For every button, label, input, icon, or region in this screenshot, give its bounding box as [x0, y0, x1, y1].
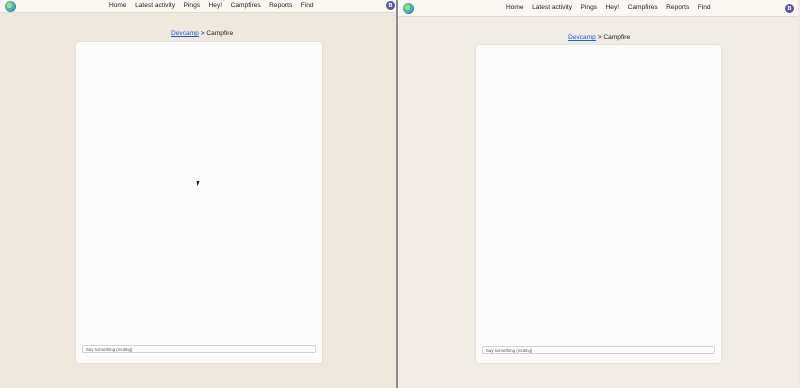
- nav-links: Home Latest activity Pings Hey! Campfire…: [109, 2, 322, 9]
- chat-input[interactable]: Say something (muting): [82, 345, 316, 353]
- breadcrumb-project-link[interactable]: Devcamp: [171, 30, 199, 37]
- nav-reports[interactable]: Reports: [269, 2, 292, 9]
- breadcrumb: Devcamp > Campfire: [171, 30, 233, 37]
- avatar[interactable]: B: [785, 4, 794, 13]
- mouse-pointer-icon: [196, 180, 201, 187]
- screen: Home Latest activity Pings Hey! Campfire…: [0, 0, 800, 388]
- nav-latest-activity[interactable]: Latest activity: [532, 4, 572, 11]
- campfire-chat-panel: Say something (muting): [76, 42, 322, 363]
- nav-home[interactable]: Home: [506, 4, 524, 11]
- nav-pings[interactable]: Pings: [184, 2, 201, 9]
- basecamp-logo-icon[interactable]: [5, 1, 16, 12]
- breadcrumb: Devcamp > Campfire: [568, 34, 630, 41]
- nav-hey[interactable]: Hey!: [606, 4, 620, 11]
- nav-find[interactable]: Find: [698, 4, 711, 11]
- breadcrumb-current: Campfire: [206, 30, 234, 37]
- nav-links: Home Latest activity Pings Hey! Campfire…: [506, 4, 719, 11]
- nav-find[interactable]: Find: [301, 2, 314, 9]
- basecamp-logo-icon[interactable]: [403, 3, 414, 14]
- breadcrumb-project-link[interactable]: Devcamp: [568, 34, 596, 41]
- nav-campfires[interactable]: Campfires: [628, 4, 658, 11]
- breadcrumb-current: Campfire: [603, 34, 631, 41]
- avatar[interactable]: B: [386, 1, 395, 10]
- nav-home[interactable]: Home: [109, 2, 127, 9]
- campfire-chat-panel: Say something (muting): [476, 45, 721, 363]
- top-navigation: Home Latest activity Pings Hey! Campfire…: [398, 0, 798, 17]
- top-navigation: Home Latest activity Pings Hey! Campfire…: [0, 0, 396, 13]
- nav-latest-activity[interactable]: Latest activity: [135, 2, 175, 9]
- chat-input[interactable]: Say something (muting): [482, 346, 715, 354]
- nav-hey[interactable]: Hey!: [209, 2, 223, 9]
- left-window: Home Latest activity Pings Hey! Campfire…: [0, 0, 398, 388]
- nav-campfires[interactable]: Campfires: [231, 2, 261, 9]
- nav-pings[interactable]: Pings: [581, 4, 598, 11]
- right-window: Home Latest activity Pings Hey! Campfire…: [398, 0, 798, 388]
- nav-reports[interactable]: Reports: [666, 4, 689, 11]
